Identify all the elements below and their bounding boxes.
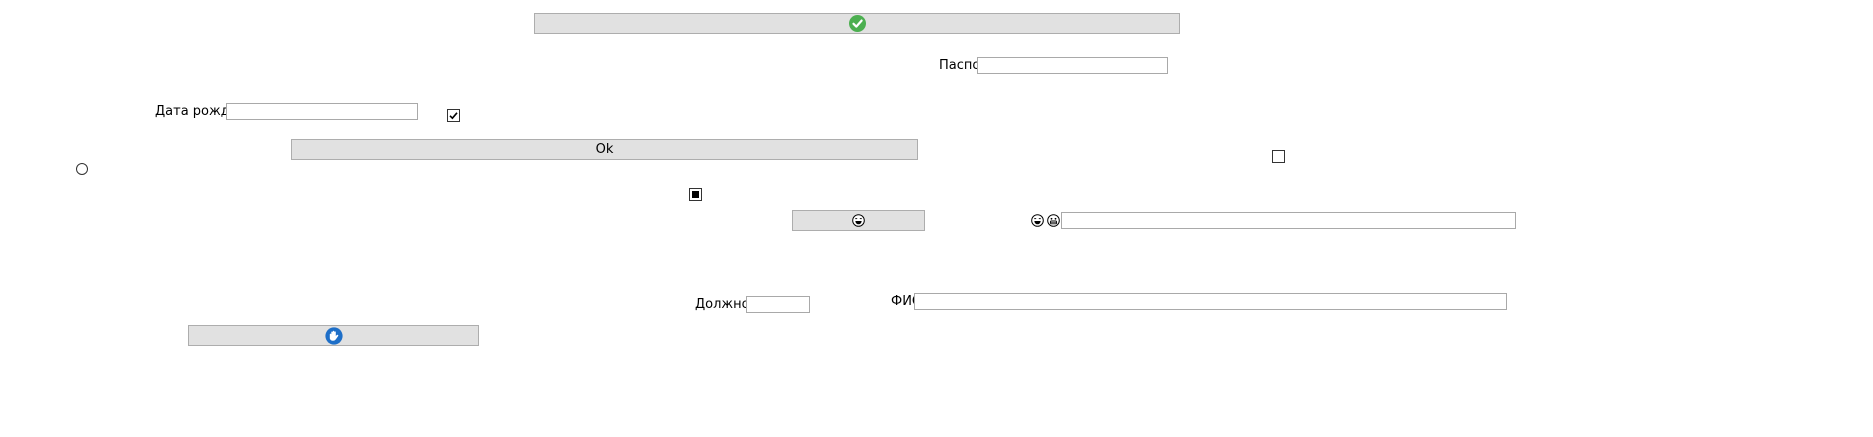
confirm-check-button[interactable] <box>534 13 1180 34</box>
emoji-text-input[interactable] <box>1061 212 1516 229</box>
grinning-face-icon <box>1047 214 1060 227</box>
unchecked-checkbox[interactable] <box>1272 150 1285 163</box>
indeterminate-checkbox[interactable] <box>689 188 702 201</box>
position-input[interactable] <box>746 296 810 313</box>
green-checkmark-icon <box>848 15 866 32</box>
fio-input[interactable] <box>914 293 1507 310</box>
radio-button[interactable] <box>76 163 88 175</box>
hand-button[interactable] <box>188 325 479 346</box>
checkmark-icon <box>449 112 458 120</box>
blue-hand-icon <box>324 326 343 345</box>
checked-checkbox[interactable] <box>447 109 460 122</box>
emoji-button[interactable] <box>792 210 925 231</box>
indeterminate-mark <box>692 191 699 198</box>
passport-input[interactable] <box>977 57 1168 74</box>
ok-button-label: Ok <box>595 142 614 157</box>
birthdate-input[interactable] <box>226 103 418 120</box>
laughing-face-icon <box>1031 214 1044 227</box>
ok-button[interactable]: Ok <box>291 139 918 160</box>
laughing-face-icon <box>852 214 865 227</box>
